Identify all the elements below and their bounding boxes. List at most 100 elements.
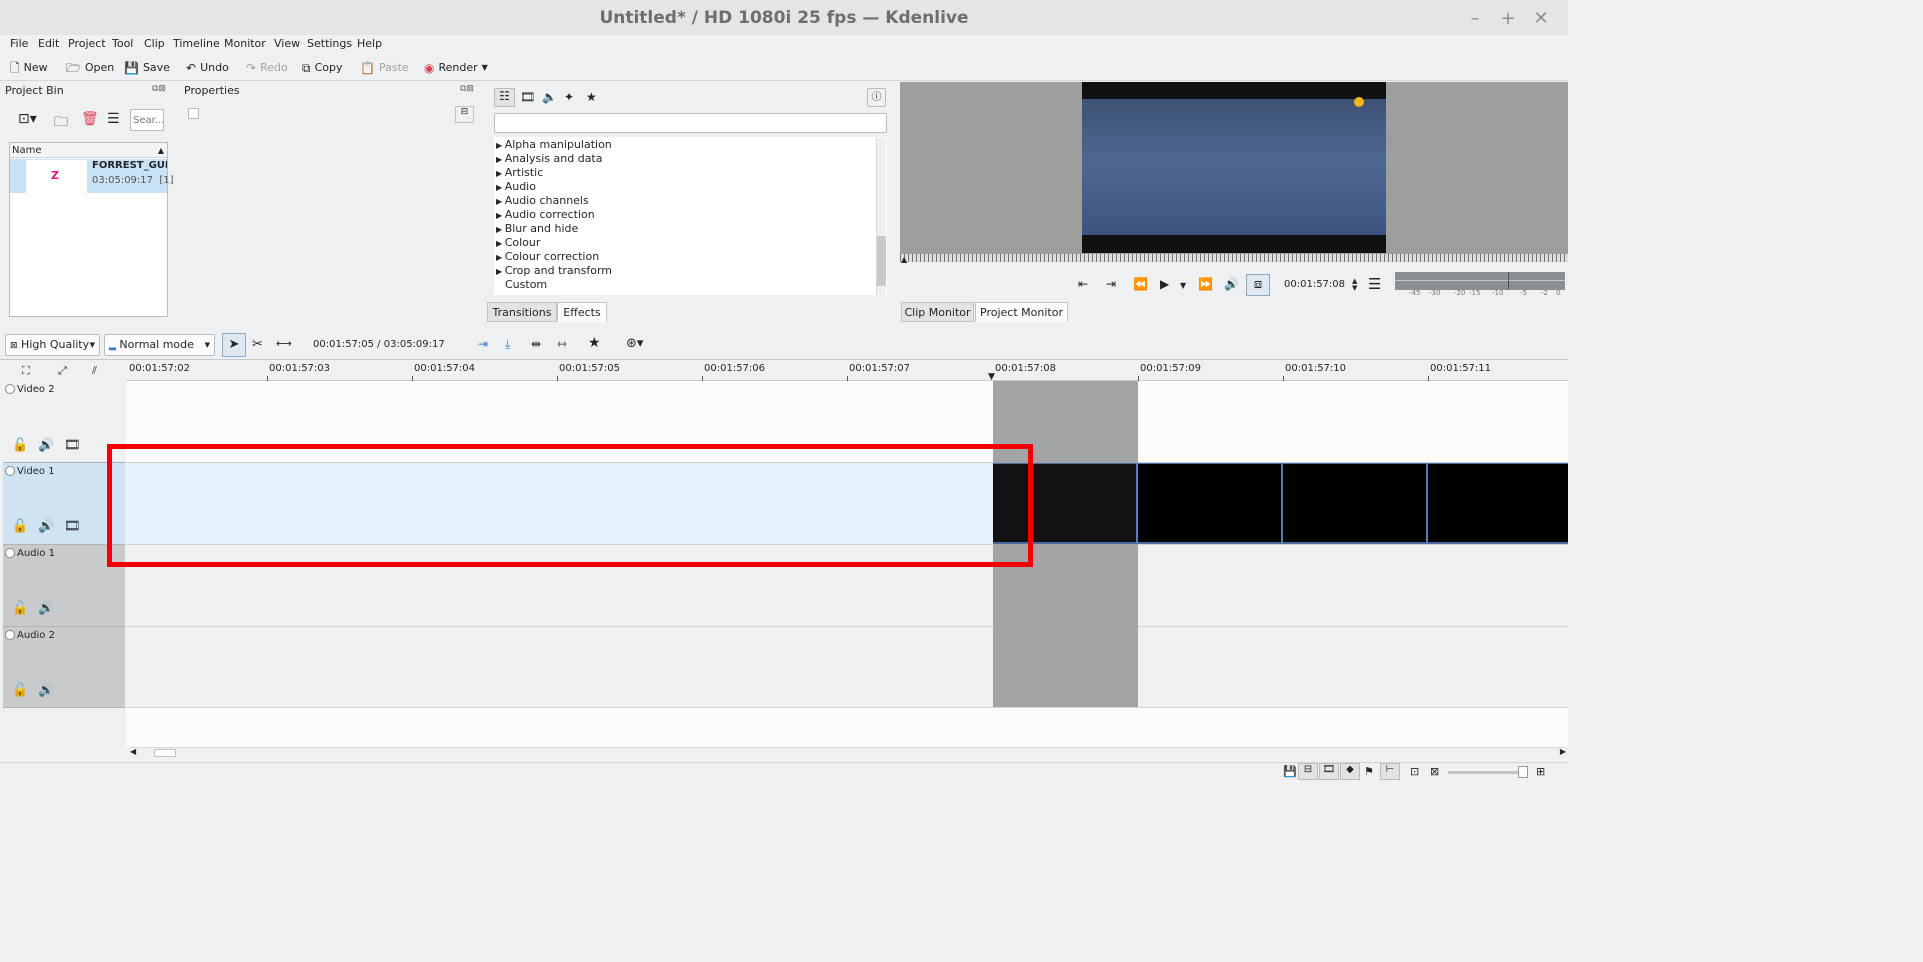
lock-icon[interactable]: 🔓 [12, 683, 28, 698]
effect-category[interactable]: Custom [505, 278, 547, 292]
properties-dock-icons[interactable]: ⧉⊠ [460, 84, 474, 94]
audio-effects-filter-icon[interactable]: 🔈 [542, 90, 557, 104]
dock-float-close-icons[interactable]: ⧉⊠ [152, 84, 166, 94]
insert-clip-icon[interactable]: ⇥ [478, 337, 488, 351]
video-effects-filter-icon[interactable]: 🎞 [520, 90, 535, 104]
effect-category[interactable]: ▶ Colour [496, 236, 540, 250]
effect-category[interactable]: ▶ Colour correction [496, 250, 599, 264]
effects-list-view-icon[interactable]: ☷ [494, 88, 515, 107]
effect-category[interactable]: ▶ Alpha manipulation [496, 138, 612, 152]
zoom-out-icon[interactable]: ⊠ [1430, 765, 1439, 778]
effect-category[interactable]: ▶ Audio correction [496, 208, 595, 222]
status-mixer-icon[interactable]: ⊟ [1298, 763, 1318, 780]
timeline-horizontal-scrollbar[interactable]: ◀ ▶ [130, 747, 1566, 758]
timeline-preview-icon[interactable]: ⊛▾ [626, 336, 643, 351]
minimize-button[interactable]: – [1464, 8, 1486, 30]
custom-effects-filter-icon[interactable]: ✦ [564, 90, 574, 104]
track-lane-audio-2[interactable] [126, 627, 1568, 708]
rewind-icon[interactable]: ⏪ [1133, 277, 1148, 291]
tab-clip-monitor[interactable]: Clip Monitor [901, 302, 974, 322]
edit-mode-selector[interactable]: ▂ Normal mode ▼ [104, 334, 215, 356]
menu-clip[interactable]: Clip [144, 35, 165, 52]
effect-category[interactable]: ▶ Artistic [496, 166, 543, 180]
lock-icon[interactable]: 🔓 [12, 601, 28, 616]
menu-timeline[interactable]: Timeline [173, 35, 220, 52]
overwrite-clip-icon[interactable]: ⤓ [505, 337, 510, 352]
track-target-radio[interactable] [5, 548, 15, 558]
status-waveform-icon[interactable]: ◆ [1340, 763, 1360, 780]
track-name-audio-1[interactable]: Audio 1 [17, 548, 55, 559]
track-settings-icon[interactable]: ⫽ [92, 364, 97, 378]
name-column-header[interactable]: Name ▲ [10, 143, 167, 158]
properties-settings-icon[interactable]: ⊟ [455, 106, 474, 123]
menu-tool[interactable]: Tool [112, 35, 133, 52]
timecode-spinner-icon[interactable]: ▲ ▼ [1352, 278, 1357, 292]
zoom-slider-handle[interactable] [1518, 766, 1528, 778]
hide-video-icon[interactable]: 🎞 [64, 438, 81, 453]
save-button[interactable]: 💾 Save [124, 57, 170, 79]
render-button[interactable]: ◉ Render ▼ [424, 57, 488, 79]
monitor-menu-icon[interactable]: ☰ [1368, 275, 1381, 293]
paste-button[interactable]: 📋 Paste [360, 57, 409, 79]
volume-icon[interactable]: 🔊 [1224, 277, 1239, 291]
status-disk-icon[interactable]: 💾 [1283, 765, 1297, 778]
delete-icon[interactable]: 🗑 [81, 111, 99, 127]
track-target-radio[interactable] [5, 384, 15, 394]
hamburger-menu-icon[interactable]: ☰ [107, 111, 120, 127]
menu-help[interactable]: Help [357, 35, 382, 52]
split-audio-icon[interactable]: ⤢ [58, 364, 67, 378]
lock-icon[interactable]: 🔓 [12, 438, 28, 453]
status-snap-icon[interactable]: ⊢ [1380, 763, 1400, 780]
maximize-button[interactable]: + [1497, 8, 1519, 30]
quality-selector[interactable]: ⊠ High Quality ▼ [5, 334, 100, 356]
menu-file[interactable]: File [10, 35, 28, 52]
mute-audio-icon[interactable]: 🔊 [38, 683, 54, 698]
zoom-slider[interactable] [1448, 771, 1522, 774]
hide-video-icon[interactable]: 🎞 [64, 519, 81, 534]
redo-button[interactable]: ↷ Redo [246, 57, 288, 79]
tab-project-monitor[interactable]: Project Monitor [975, 302, 1068, 322]
close-button[interactable]: ✕ [1530, 8, 1552, 30]
timeline-position[interactable]: 00:01:57:05 / 03:05:09:17 [313, 339, 445, 350]
add-clip-icon[interactable]: ⊡▾ [18, 111, 37, 127]
lock-icon[interactable]: 🔓 [12, 519, 28, 534]
menu-settings[interactable]: Settings [307, 35, 352, 52]
video-clip[interactable] [1283, 463, 1426, 544]
fit-zoom-icon[interactable]: ⛶ [22, 364, 30, 378]
effect-category[interactable]: ▶ Blur and hide [496, 222, 578, 236]
effect-category[interactable]: ▶ Audio channels [496, 194, 589, 208]
zoom-fit-icon[interactable]: ⊡ [1410, 765, 1419, 778]
new-button[interactable]: 🗋 New [10, 57, 48, 79]
favorites-star-icon[interactable]: ★ [586, 90, 597, 104]
status-thumbnails-icon[interactable]: 🎞 [1319, 763, 1339, 780]
selection-tool-icon[interactable]: ➤ [222, 333, 246, 357]
bin-search-input[interactable] [130, 109, 164, 131]
razor-tool-icon[interactable]: ✂ [252, 337, 263, 352]
track-name-video-1[interactable]: Video 1 [17, 466, 55, 477]
effects-search-input[interactable] [494, 113, 887, 133]
set-zone-in-icon[interactable]: ⇥ [1106, 277, 1116, 291]
menu-project[interactable]: Project [68, 35, 106, 52]
scroll-left-icon[interactable]: ◀ [130, 747, 136, 756]
track-target-radio[interactable] [5, 630, 15, 640]
effect-category[interactable]: ▶ Crop and transform [496, 264, 612, 278]
play-icon[interactable]: ▶ [1160, 277, 1169, 291]
spacer-tool-icon[interactable]: ⟷ [276, 337, 292, 350]
effect-category[interactable]: ▶ Audio [496, 180, 536, 194]
forward-icon[interactable]: ⏩ [1198, 277, 1213, 291]
timeline-empty-area[interactable] [126, 708, 1568, 747]
monitor-timecode[interactable]: 00:01:57:08 [1284, 279, 1345, 290]
properties-checkbox[interactable] [188, 108, 199, 119]
track-name-video-2[interactable]: Video 2 [17, 384, 55, 395]
info-icon[interactable]: ⓘ [867, 88, 886, 107]
effect-category[interactable]: ▶ Analysis and data [496, 152, 603, 166]
track-target-radio[interactable] [5, 466, 15, 476]
play-dropdown-icon[interactable]: ▼ [1180, 281, 1186, 290]
go-to-start-icon[interactable]: ⇤ [1078, 277, 1088, 291]
tab-transitions[interactable]: Transitions [487, 302, 557, 322]
video-clip[interactable] [1428, 463, 1568, 544]
lift-zone-icon[interactable]: ⇿ [557, 337, 567, 351]
monitor-ruler[interactable] [900, 254, 1568, 262]
mute-audio-icon[interactable]: 🔊 [38, 519, 54, 534]
menu-view[interactable]: View [274, 35, 300, 52]
